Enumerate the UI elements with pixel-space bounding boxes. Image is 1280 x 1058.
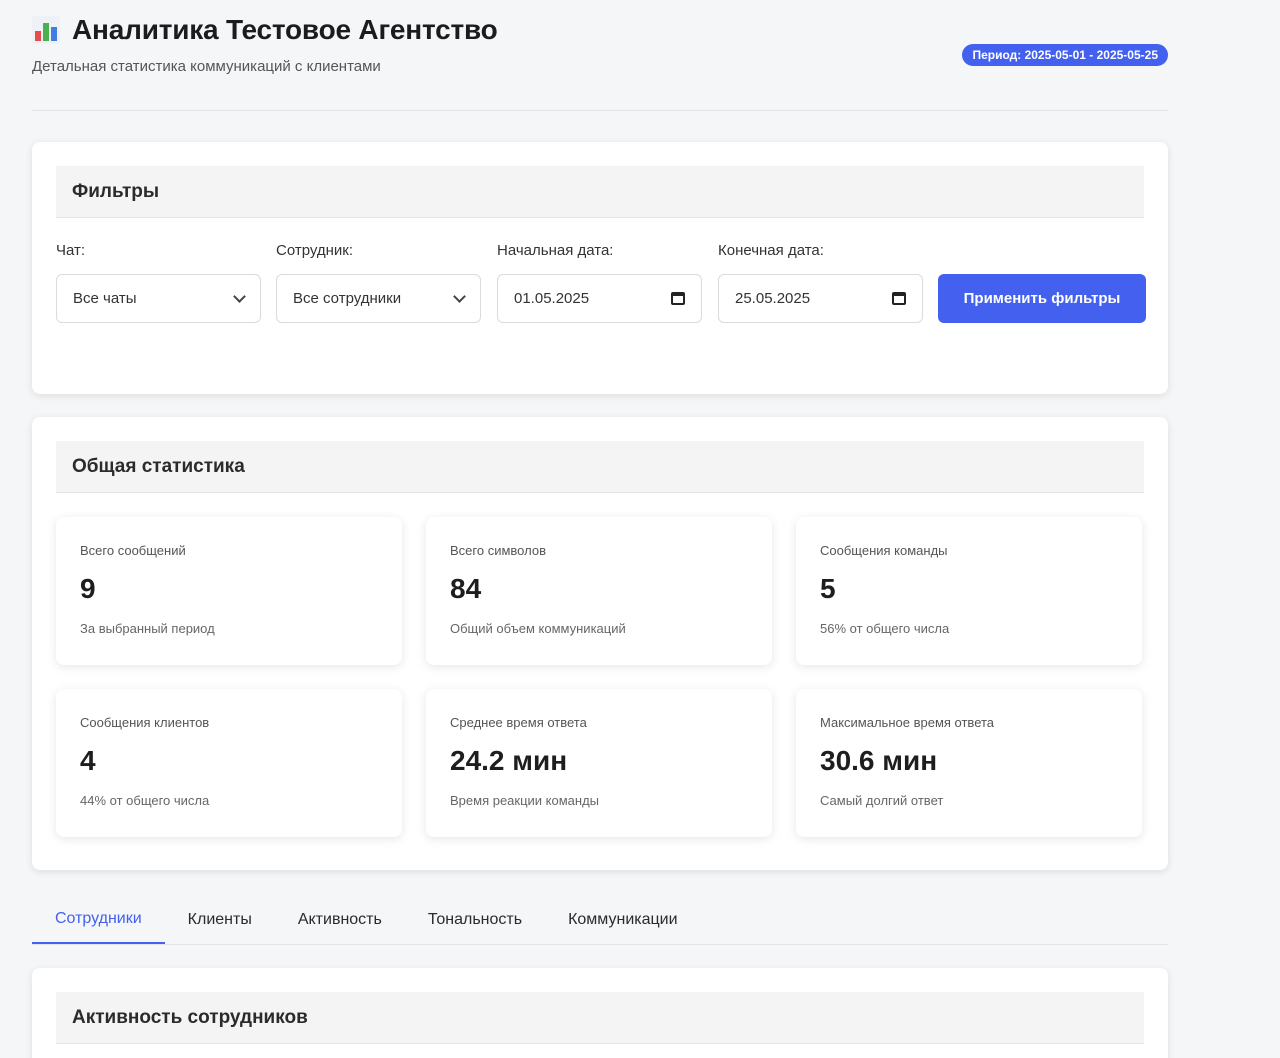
stat-note: 44% от общего числа xyxy=(80,793,210,808)
start-date-value: 01.05.2025 xyxy=(514,290,590,307)
chevron-down-icon xyxy=(453,290,466,303)
header-divider xyxy=(32,110,1168,111)
end-date-filter: Конечная дата: 25.05.2025 xyxy=(718,242,923,323)
staff-activity-card: Активность сотрудников xyxy=(32,968,1168,1058)
tab-activity[interactable]: Активность xyxy=(275,895,405,944)
page-header: Аналитика Тестовое Агентство Детальная с… xyxy=(32,12,1168,110)
stat-note: За выбранный период xyxy=(80,621,215,636)
calendar-icon[interactable] xyxy=(671,292,685,305)
stat-value: 24.2 мин xyxy=(450,745,568,776)
title-row: Аналитика Тестовое Агентство xyxy=(32,12,1168,48)
stat-card-avg-response: Среднее время ответа 24.2 мин Время реак… xyxy=(426,689,772,837)
filters-card: Фильтры Чат: Все чаты Сотрудник: Все сот… xyxy=(32,142,1168,394)
stat-note: Самый долгий ответ xyxy=(820,793,944,808)
stat-value: 30.6 мин xyxy=(820,745,938,776)
analytics-page: Аналитика Тестовое Агентство Детальная с… xyxy=(0,0,1280,1058)
stat-card-total-characters: Всего символов 84 Общий объем коммуникац… xyxy=(426,517,772,665)
stat-value: 5 xyxy=(820,573,836,604)
stat-value: 4 xyxy=(80,745,96,776)
stat-value: 84 xyxy=(450,573,482,604)
staff-activity-title: Активность сотрудников xyxy=(56,992,1144,1044)
stat-card-team-messages: Сообщения команды 5 56% от общего числа xyxy=(796,517,1142,665)
tab-communications[interactable]: Коммуникации xyxy=(545,895,700,944)
bar-chart-icon xyxy=(32,16,60,44)
stat-label: Сообщения команды xyxy=(820,543,948,558)
stat-label: Среднее время ответа xyxy=(450,715,587,730)
page-title: Аналитика Тестовое Агентство xyxy=(72,14,498,45)
stat-note: Общий объем коммуникаций xyxy=(450,621,626,636)
stats-title: Общая статистика xyxy=(56,441,1144,493)
tab-employees[interactable]: Сотрудники xyxy=(32,895,165,944)
period-badge: Период: 2025-05-01 - 2025-05-25 xyxy=(962,44,1168,66)
chat-select[interactable]: Все чаты xyxy=(56,274,261,323)
stat-label: Максимальное время ответа xyxy=(820,715,995,730)
stat-card-max-response: Максимальное время ответа 30.6 мин Самый… xyxy=(796,689,1142,837)
end-date-value: 25.05.2025 xyxy=(735,290,811,307)
stat-card-total-messages: Всего сообщений 9 За выбранный период xyxy=(56,517,402,665)
stat-label: Всего символов xyxy=(450,543,546,558)
tab-sentiment[interactable]: Тональность xyxy=(405,895,545,944)
chevron-down-icon xyxy=(233,290,246,303)
chat-filter: Чат: Все чаты xyxy=(56,242,261,323)
stat-value: 9 xyxy=(80,573,96,604)
employee-filter: Сотрудник: Все сотрудники xyxy=(276,242,481,323)
end-date-input[interactable]: 25.05.2025 xyxy=(718,274,923,323)
stat-note: 56% от общего числа xyxy=(820,621,950,636)
start-date-label: Начальная дата: xyxy=(497,242,614,259)
apply-filters-button[interactable]: Применить фильтры xyxy=(938,274,1146,323)
chat-filter-label: Чат: xyxy=(56,242,86,259)
filters-title: Фильтры xyxy=(56,166,1144,218)
stat-label: Сообщения клиентов xyxy=(80,715,210,730)
start-date-filter: Начальная дата: 01.05.2025 xyxy=(497,242,702,323)
tab-bar: Сотрудники Клиенты Активность Тональност… xyxy=(32,895,1168,945)
tab-clients[interactable]: Клиенты xyxy=(165,895,275,944)
employee-select-value: Все сотрудники xyxy=(293,290,402,307)
calendar-icon[interactable] xyxy=(892,292,906,305)
stats-card: Общая статистика Всего сообщений 9 За вы… xyxy=(32,417,1168,870)
employee-filter-label: Сотрудник: xyxy=(276,242,354,259)
end-date-label: Конечная дата: xyxy=(718,242,824,259)
chat-select-value: Все чаты xyxy=(73,290,137,307)
employee-select[interactable]: Все сотрудники xyxy=(276,274,481,323)
stat-card-client-messages: Сообщения клиентов 4 44% от общего числа xyxy=(56,689,402,837)
start-date-input[interactable]: 01.05.2025 xyxy=(497,274,702,323)
stat-note: Время реакции команды xyxy=(450,793,600,808)
stat-label: Всего сообщений xyxy=(80,543,186,558)
